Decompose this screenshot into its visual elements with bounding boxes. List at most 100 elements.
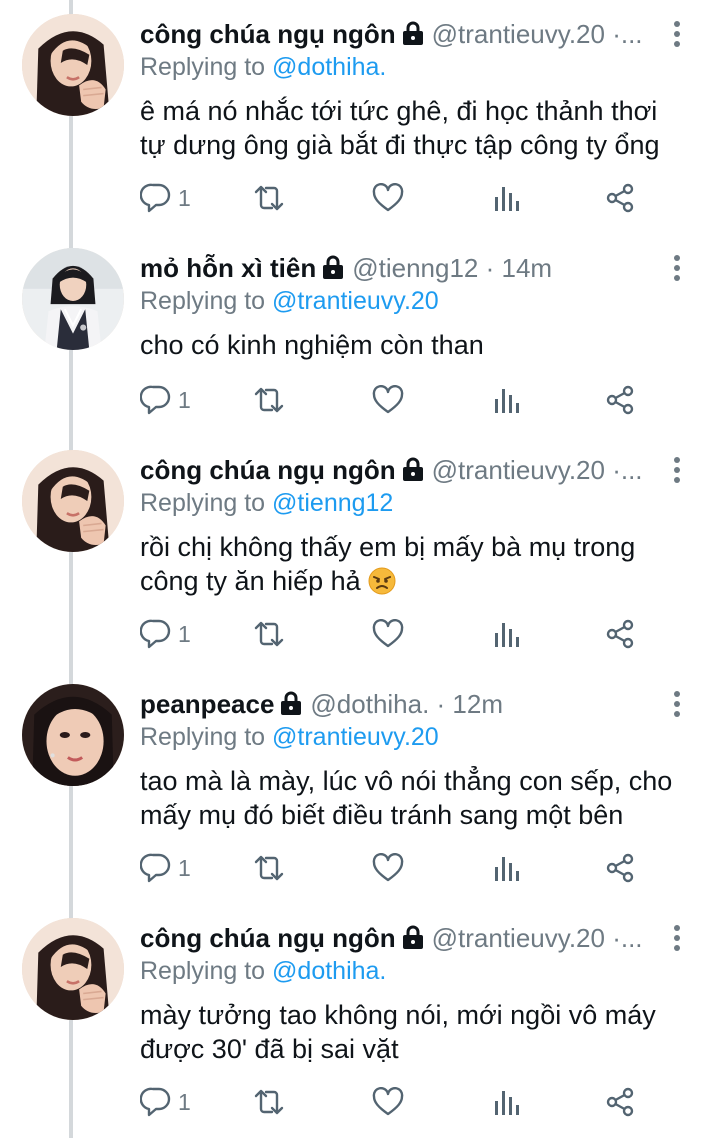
lock-icon xyxy=(396,455,432,485)
like-button[interactable] xyxy=(372,848,404,888)
reply-button[interactable]: 1 xyxy=(140,848,191,888)
replying-to-mention[interactable]: @dothiha. xyxy=(272,957,386,985)
views-icon xyxy=(492,1087,520,1117)
tweet-header: peanpeace @dothiha. · 12m xyxy=(140,686,660,722)
reply-count: 1 xyxy=(178,854,191,881)
more-vertical-icon[interactable] xyxy=(663,920,691,956)
replying-to-label: Replying to xyxy=(140,287,266,315)
reply-button[interactable]: 1 xyxy=(140,178,191,218)
reply-icon xyxy=(140,852,172,884)
avatar[interactable] xyxy=(22,450,124,552)
share-button[interactable] xyxy=(604,848,636,888)
more-vertical-icon[interactable] xyxy=(663,16,691,52)
replying-to-label: Replying to xyxy=(140,53,266,81)
reply-icon xyxy=(140,1086,172,1118)
display-name[interactable]: peanpeace xyxy=(140,689,274,719)
avatar[interactable] xyxy=(22,14,124,116)
share-button[interactable] xyxy=(604,614,636,654)
views-button[interactable] xyxy=(492,380,520,420)
tweet-header: công chúa ngụ ngôn @trantieuvy.20 ·... xyxy=(140,920,660,956)
avatar[interactable] xyxy=(22,684,124,786)
tweet-text: mày tưởng tao không nói, mới ngồi vô máy… xyxy=(140,998,700,1066)
replying-to-mention[interactable]: @trantieuvy.20 xyxy=(272,723,439,751)
like-button[interactable] xyxy=(372,1082,404,1122)
reply-icon xyxy=(140,384,172,416)
tweet-reply[interactable]: peanpeace @dothiha. · 12m Replying to @t… xyxy=(0,670,720,904)
views-button[interactable] xyxy=(492,1082,520,1122)
action-bar: 1 xyxy=(140,848,660,888)
retweet-button[interactable] xyxy=(252,1082,286,1122)
replying-to-mention[interactable]: @trantieuvy.20 xyxy=(272,287,439,315)
like-icon xyxy=(372,1087,404,1117)
retweet-icon xyxy=(252,1086,286,1118)
like-button[interactable] xyxy=(372,380,404,420)
views-button[interactable] xyxy=(492,848,520,888)
avatar[interactable] xyxy=(22,248,124,350)
lock-icon xyxy=(396,923,432,953)
display-name[interactable]: công chúa ngụ ngôn xyxy=(140,455,396,485)
tweet-text-line: cho có kinh nghiệm còn than xyxy=(140,330,484,360)
more-vertical-icon[interactable] xyxy=(663,686,691,722)
avatar[interactable] xyxy=(22,918,124,1020)
share-button[interactable] xyxy=(604,380,636,420)
action-bar: 1 xyxy=(140,1082,660,1122)
reply-button[interactable]: 1 xyxy=(140,1082,191,1122)
like-icon xyxy=(372,385,404,415)
display-name[interactable]: công chúa ngụ ngôn xyxy=(140,19,396,49)
handle-and-time[interactable]: @dothiha. · 12m xyxy=(310,689,503,719)
handle-and-time[interactable]: @trantieuvy.20 ·... xyxy=(432,455,643,485)
tweet-reply[interactable]: công chúa ngụ ngôn @trantieuvy.20 ·... R… xyxy=(0,904,720,1138)
views-icon xyxy=(492,385,520,415)
action-bar: 1 xyxy=(140,614,660,654)
handle-and-time[interactable]: @trantieuvy.20 ·... xyxy=(432,19,643,49)
reply-count: 1 xyxy=(178,386,191,413)
share-icon xyxy=(604,1086,636,1118)
display-name[interactable]: công chúa ngụ ngôn xyxy=(140,923,396,953)
reply-button[interactable]: 1 xyxy=(140,614,191,654)
share-icon xyxy=(604,852,636,884)
reply-button[interactable]: 1 xyxy=(140,380,191,420)
replying-to: Replying to @tienng12 xyxy=(140,486,393,520)
handle-and-time[interactable]: @trantieuvy.20 ·... xyxy=(432,923,643,953)
like-icon xyxy=(372,619,404,649)
share-button[interactable] xyxy=(604,1082,636,1122)
tweet-reply[interactable]: công chúa ngụ ngôn @trantieuvy.20 ·... R… xyxy=(0,0,720,234)
tweet-text: rồi chị không thấy em bị mấy bà mụ trong… xyxy=(140,530,700,598)
replying-to-mention[interactable]: @dothiha. xyxy=(272,53,386,81)
tweet-text: tao mà là mày, lúc vô nói thẳng con sếp,… xyxy=(140,764,700,832)
views-icon xyxy=(492,853,520,883)
handle-and-time[interactable]: @tienng12 · 14m xyxy=(352,253,552,283)
replying-to: Replying to @trantieuvy.20 xyxy=(140,284,439,318)
tweet-text: ê má nó nhắc tới tức ghê, đi học thảnh t… xyxy=(140,94,700,162)
retweet-button[interactable] xyxy=(252,380,286,420)
more-vertical-icon[interactable] xyxy=(663,452,691,488)
tweet-reply[interactable]: mỏ hỗn xì tiên @tienng12 · 14m Replying … xyxy=(0,234,720,436)
display-name[interactable]: mỏ hỗn xì tiên xyxy=(140,253,316,283)
reply-icon xyxy=(140,618,172,650)
action-bar: 1 xyxy=(140,380,660,420)
views-button[interactable] xyxy=(492,178,520,218)
retweet-button[interactable] xyxy=(252,848,286,888)
tweet-text-line: tao mà là mày, lúc vô nói thẳng con sếp,… xyxy=(140,766,673,796)
views-icon xyxy=(492,619,520,649)
reply-count: 1 xyxy=(178,620,191,647)
retweet-button[interactable] xyxy=(252,178,286,218)
tweet-text-line: được 30' đã bị sai vặt xyxy=(140,1034,399,1064)
views-button[interactable] xyxy=(492,614,520,654)
tweet-text-line: rồi chị không thấy em bị mấy bà mụ trong xyxy=(140,532,636,562)
tweet-header: mỏ hỗn xì tiên @tienng12 · 14m xyxy=(140,250,660,286)
retweet-icon xyxy=(252,384,286,416)
lock-icon xyxy=(316,253,352,283)
like-button[interactable] xyxy=(372,178,404,218)
share-button[interactable] xyxy=(604,178,636,218)
like-button[interactable] xyxy=(372,614,404,654)
like-icon xyxy=(372,183,404,213)
lock-icon xyxy=(274,689,310,719)
replying-to-label: Replying to xyxy=(140,489,266,517)
tweet-reply[interactable]: công chúa ngụ ngôn @trantieuvy.20 ·... R… xyxy=(0,436,720,670)
share-icon xyxy=(604,384,636,416)
retweet-button[interactable] xyxy=(252,614,286,654)
replying-to-label: Replying to xyxy=(140,957,266,985)
more-vertical-icon[interactable] xyxy=(663,250,691,286)
replying-to-mention[interactable]: @tienng12 xyxy=(272,489,393,517)
